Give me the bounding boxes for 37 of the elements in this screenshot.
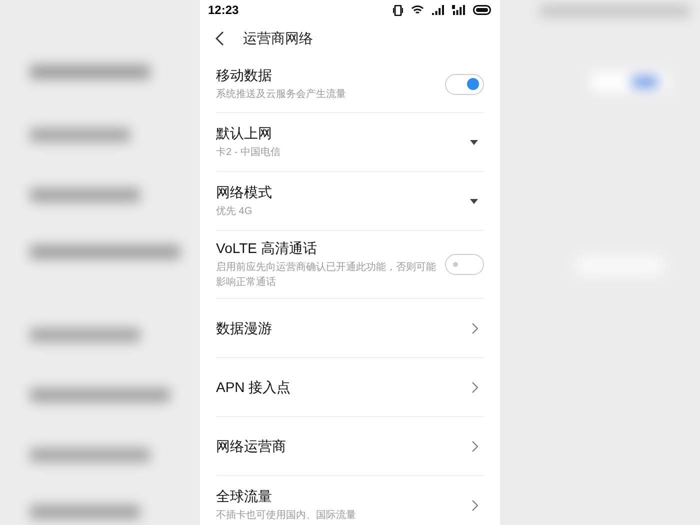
setting-subtitle: 启用前应先向运营商确认已开通此功能，否则可能影响正常通话 <box>216 260 437 290</box>
setting-subtitle: 卡2 - 中国电信 <box>216 146 282 160</box>
signal-icon <box>452 5 465 15</box>
setting-title: 网络运营商 <box>216 436 287 456</box>
setting-title: 数据漫游 <box>216 318 273 338</box>
toggle-switch[interactable] <box>445 254 484 275</box>
settings-row[interactable]: VoLTE 高清通话 启用前应先向运营商确认已开通此功能，否则可能影响正常通话 <box>216 230 484 298</box>
chevron-right-icon <box>472 440 478 452</box>
signal-icon <box>432 5 444 15</box>
setting-subtitle: 优先 4G <box>216 204 254 219</box>
page-title: 运营商网络 <box>243 28 313 48</box>
setting-title: 全球流量 <box>216 487 273 506</box>
setting-title: 移动数据 <box>216 66 273 85</box>
wifi-icon <box>411 5 424 15</box>
setting-title: 默认上网 <box>216 124 273 143</box>
setting-subtitle: 不插卡也可使用国内、国际流量 <box>216 508 357 523</box>
setting-title: 网络模式 <box>216 183 273 202</box>
back-icon[interactable] <box>215 30 224 46</box>
toggle-switch[interactable] <box>445 74 484 94</box>
chevron-right-icon <box>472 500 478 510</box>
chevron-right-icon <box>472 322 478 334</box>
vibrate-icon <box>393 4 403 16</box>
dropdown-caret-icon <box>470 140 478 144</box>
setting-subtitle: 系统推送及云服务会产生流量 <box>216 88 347 102</box>
settings-row[interactable]: 数据漫游 <box>216 298 484 357</box>
status-time: 12:23 <box>208 2 239 19</box>
settings-row[interactable]: APN 接入点 <box>216 357 484 416</box>
settings-row[interactable]: 网络模式 优先 4G <box>216 171 484 230</box>
settings-row[interactable]: 全球流量 不插卡也可使用国内、国际流量 <box>216 475 484 525</box>
setting-title: VoLTE 高清通话 <box>216 239 318 258</box>
settings-row[interactable]: 网络运营商 <box>216 416 484 475</box>
settings-row[interactable]: 移动数据 系统推送及云服务会产生流量 <box>216 56 484 112</box>
settings-row[interactable]: 默认上网 卡2 - 中国电信 <box>216 112 484 171</box>
chevron-right-icon <box>472 382 478 392</box>
battery-icon <box>473 5 492 15</box>
dropdown-caret-icon <box>470 198 478 204</box>
setting-title: APN 接入点 <box>216 378 292 396</box>
